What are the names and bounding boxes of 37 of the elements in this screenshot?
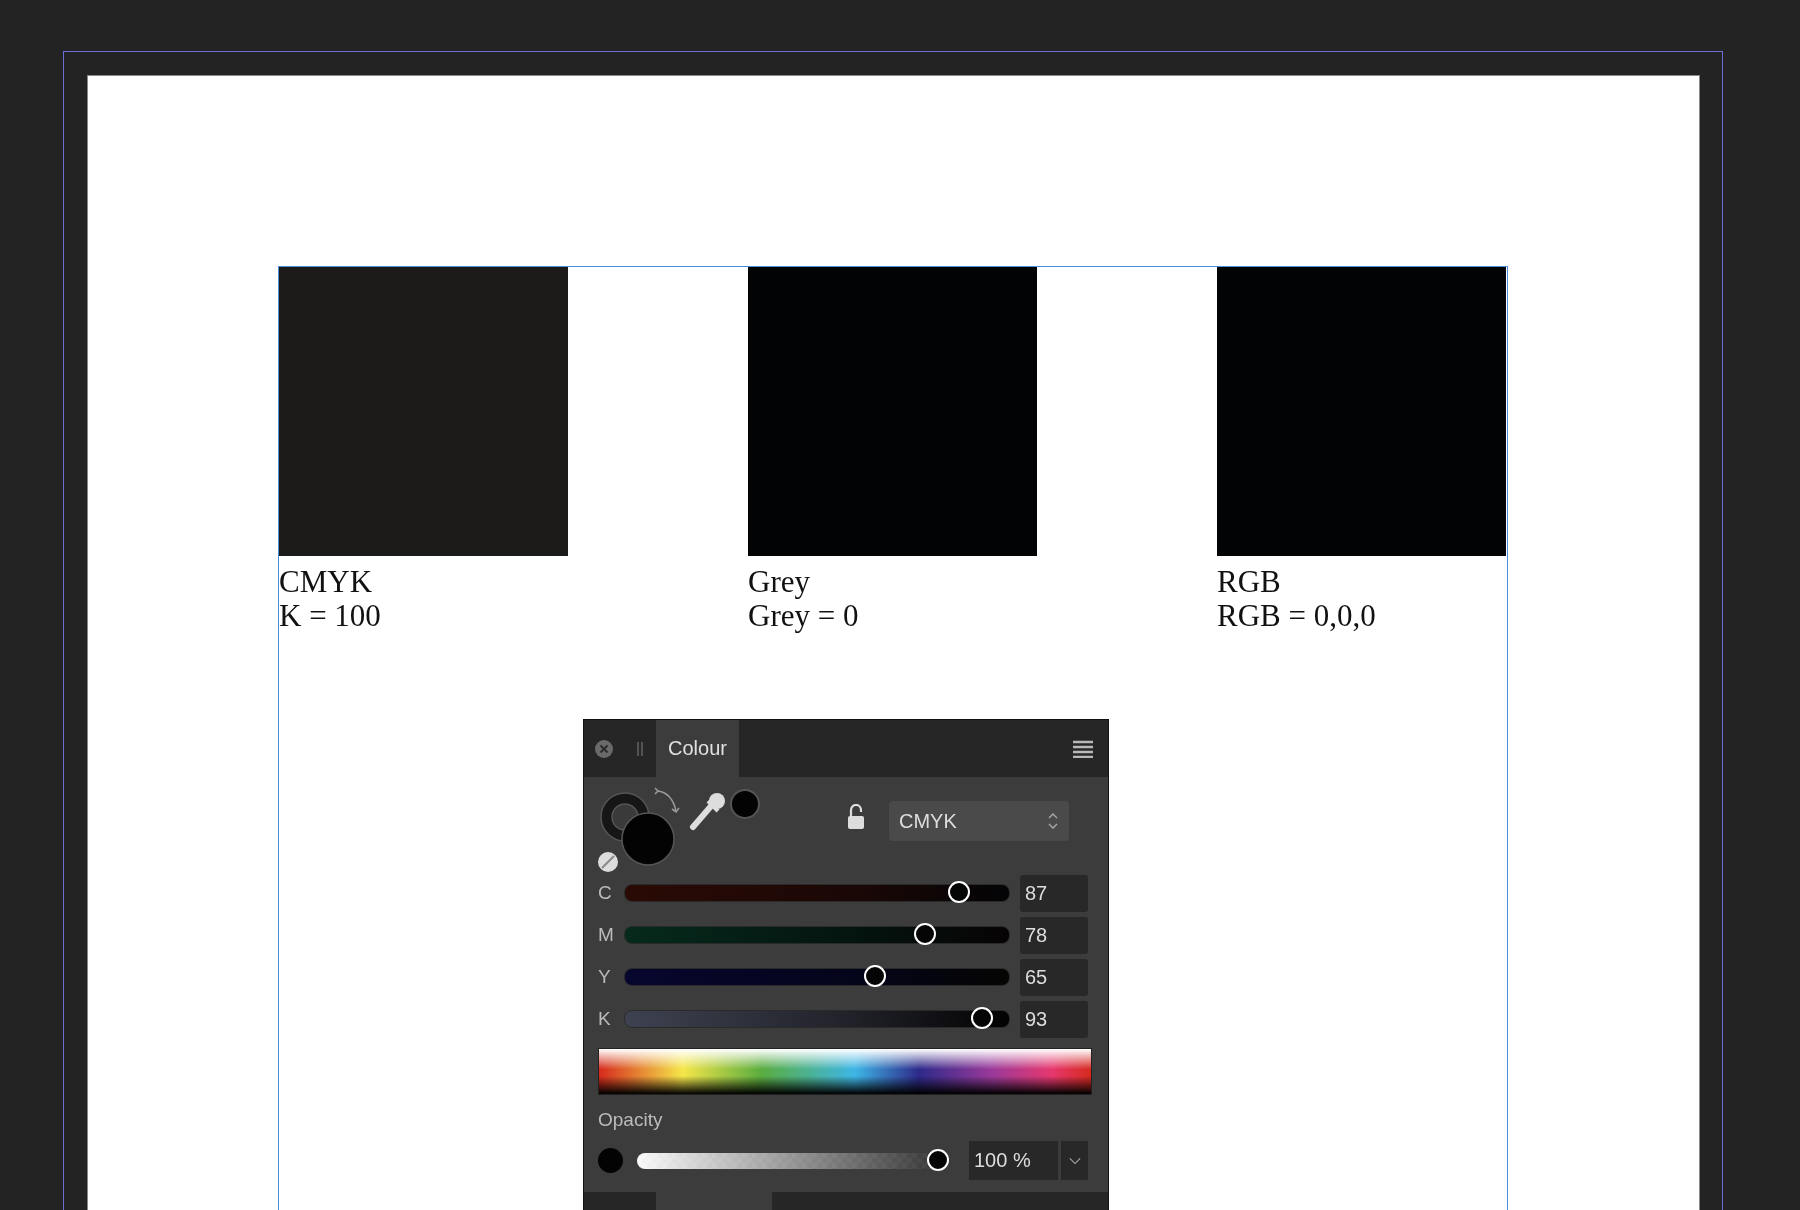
channel-label: M — [598, 924, 615, 946]
swatch-name: RGB — [1217, 565, 1282, 599]
channel-label: C — [598, 882, 613, 904]
channel-slider[interactable] — [624, 1010, 1010, 1028]
slider-thumb[interactable] — [971, 1007, 994, 1029]
opacity-value-field[interactable]: 100 % — [969, 1141, 1058, 1180]
chevron-down-icon — [1068, 1156, 1081, 1165]
panel-tab[interactable]: Colour — [656, 720, 739, 777]
colour-model-dropdown[interactable]: CMYK — [889, 801, 1069, 841]
opacity-label: Opacity — [598, 1109, 664, 1131]
colour-spectrum[interactable] — [598, 1048, 1092, 1095]
swatch-value: K = 100 — [279, 599, 382, 633]
swatch-value: Grey = 0 — [748, 599, 860, 633]
channel-slider[interactable] — [624, 968, 1010, 986]
swatch-name: CMYK — [279, 565, 373, 599]
channel-slider[interactable] — [624, 926, 1010, 944]
grip-icon[interactable] — [636, 740, 644, 757]
slider-thumb[interactable] — [927, 1148, 949, 1171]
channel-value-field[interactable]: 93 — [1020, 1000, 1088, 1038]
channel-value-field[interactable]: 78 — [1020, 916, 1088, 954]
channel-label: Y — [598, 966, 612, 988]
channel-slider[interactable] — [624, 884, 1010, 902]
close-icon[interactable] — [594, 738, 614, 759]
opacity-slider[interactable] — [637, 1152, 949, 1169]
channel-value-field[interactable]: 65 — [1020, 958, 1088, 996]
swatch-name: Grey — [748, 565, 811, 599]
slider-thumb[interactable] — [913, 923, 936, 945]
up-down-chevron-icon — [1047, 811, 1059, 831]
slider-thumb[interactable] — [948, 881, 971, 903]
channel-value-field[interactable]: 87 — [1020, 874, 1088, 912]
channel-label: K — [598, 1008, 612, 1030]
picked-colour-swatch[interactable] — [730, 789, 760, 819]
swatch-value: RGB = 0,0,0 — [1217, 599, 1377, 633]
unlocked-padlock-icon[interactable] — [847, 804, 865, 830]
opacity-colour-dot — [598, 1148, 623, 1173]
menu-icon[interactable] — [1073, 739, 1093, 758]
slider-thumb[interactable] — [863, 965, 886, 987]
